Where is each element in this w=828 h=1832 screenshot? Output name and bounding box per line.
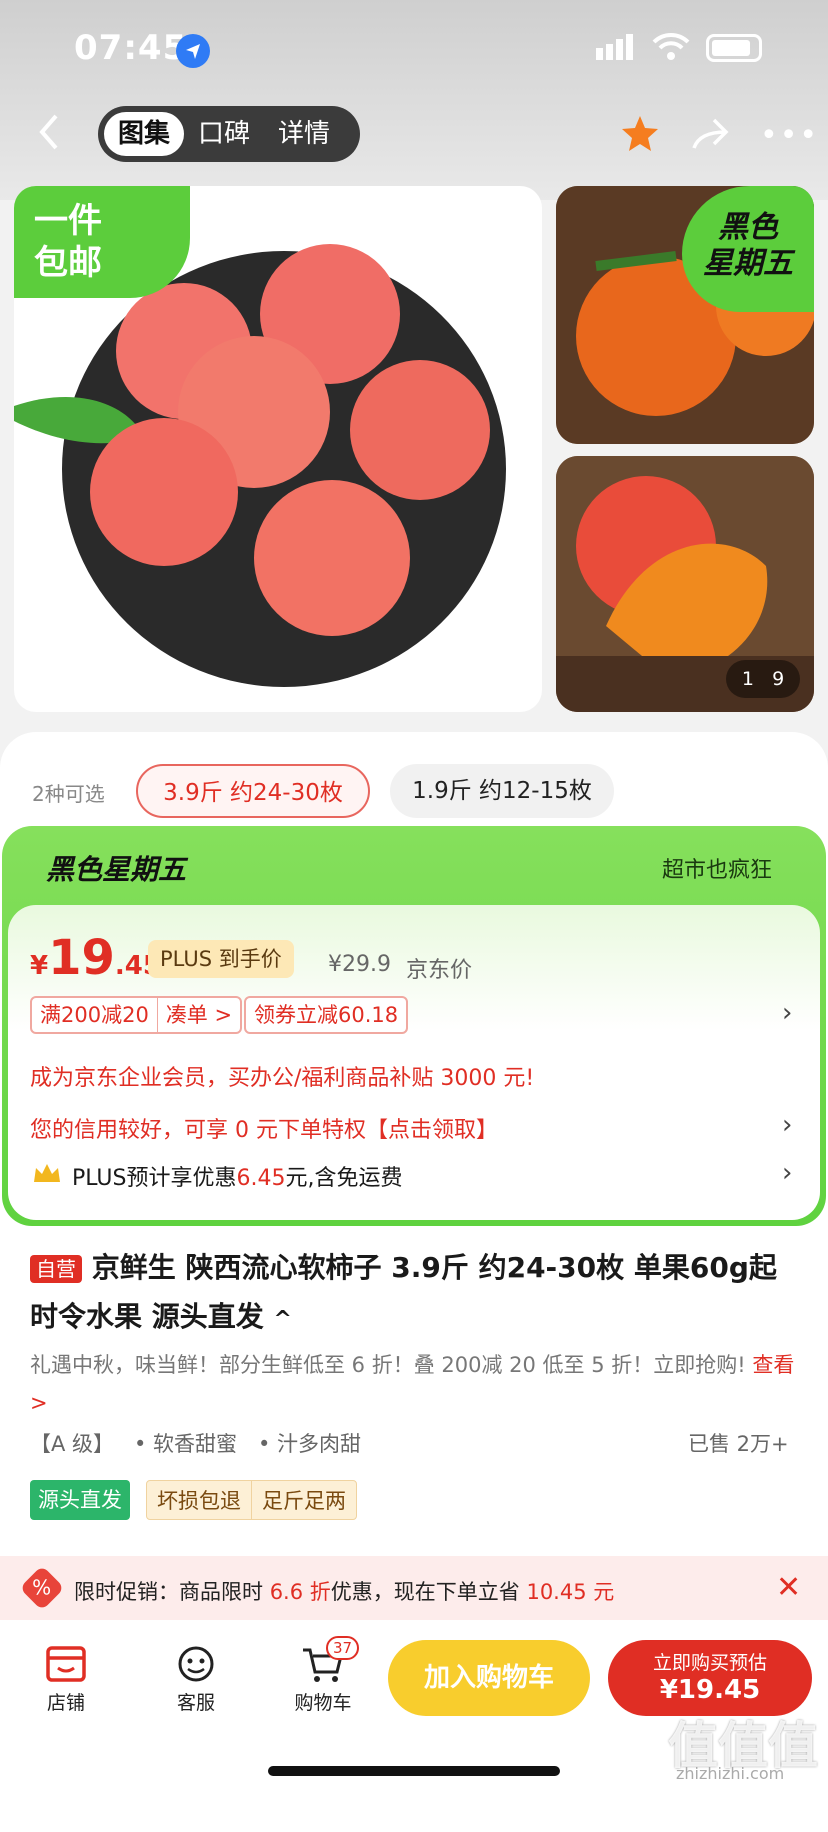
- plus-price-label: PLUS 到手价: [148, 940, 294, 978]
- home-indicator: [268, 1766, 560, 1776]
- credit-chevron-icon[interactable]: ›: [782, 1110, 792, 1140]
- product-feature-1: • 软香甜蜜: [134, 1432, 238, 1456]
- service-tags: 坏损包退 足斤足两: [146, 1480, 357, 1520]
- close-promo-icon[interactable]: ✕: [776, 1570, 801, 1605]
- plus-saving-suffix: 元,含免运费: [285, 1166, 403, 1191]
- favorite-star-icon[interactable]: [620, 114, 660, 158]
- promo-slogan: 超市也疯狂: [662, 858, 773, 883]
- price-symbol: ¥: [30, 951, 49, 981]
- crown-icon: [32, 1162, 62, 1188]
- product-subtitle: 礼遇中秋，味当鲜！部分生鲜低至 6 折！叠 200减 20 低至 5 折！立即抢…: [30, 1353, 746, 1377]
- shop-label: 店铺: [46, 1692, 85, 1714]
- sold-count: 已售 2万+: [688, 1432, 789, 1456]
- limited-mid: 优惠，现在下单立省: [330, 1580, 527, 1604]
- service-tag-refund: 坏损包退: [157, 1489, 241, 1513]
- plus-saving-prefix: PLUS预计享优惠: [72, 1166, 237, 1191]
- plus-chevron-icon[interactable]: ›: [782, 1158, 792, 1188]
- product-feature-2: • 汁多肉甜: [258, 1432, 362, 1456]
- limited-save: 10.45 元: [526, 1580, 615, 1604]
- location-icon: [176, 34, 210, 68]
- black-friday-badge: 黑色 星期五: [682, 186, 814, 312]
- signal-icon: [596, 34, 636, 64]
- product-title-block: 自营 京鲜生 陕西流心软柿子 3.9斤 约24-30枚 单果60g起 时令水果 …: [30, 1244, 800, 1344]
- plus-saving-amount: 6.45: [236, 1166, 286, 1191]
- enterprise-offer[interactable]: 成为京东企业会员，买办公/福利商品补贴 3000 元!: [30, 1060, 534, 1092]
- counter-total: 9: [772, 668, 785, 690]
- status-time: 07:45: [74, 28, 188, 68]
- coupon-chevron-icon[interactable]: ›: [782, 998, 792, 1028]
- self-operated-tag: 自营: [30, 1255, 82, 1283]
- cart-count-badge: 37: [326, 1636, 360, 1660]
- original-price-label: 京东价: [406, 958, 473, 983]
- coupon-tag1-link[interactable]: 凑单 >: [156, 998, 232, 1032]
- product-title: 京鲜生 陕西流心软柿子 3.9斤 约24-30枚 单果60g起 时令水果 源头直…: [30, 1251, 777, 1333]
- watermark-en: zhizhizhi.com: [676, 1764, 785, 1783]
- tab-reviews[interactable]: 口碑: [184, 112, 264, 156]
- coupon-instant-discount[interactable]: 领券立减60.18: [244, 996, 409, 1034]
- back-icon[interactable]: [34, 110, 64, 165]
- spec-count-label: 2种可选: [32, 782, 105, 806]
- badge-line2: 包邮: [34, 243, 102, 283]
- product-grade: 【A 级】: [30, 1432, 115, 1456]
- badge-line1: 一件: [34, 201, 102, 241]
- badge-side-line2: 星期五: [703, 246, 793, 281]
- image-counter: 1 9: [726, 660, 800, 698]
- original-price: ¥29.9: [328, 952, 391, 977]
- spec-option[interactable]: 1.9斤 约12-15枚: [390, 764, 614, 818]
- plus-price: ¥ 19 .45: [30, 930, 161, 986]
- shop-button[interactable]: 店铺: [40, 1644, 92, 1715]
- plus-saving[interactable]: PLUS预计享优惠6.45元,含免运费: [72, 1160, 402, 1192]
- tab-gallery[interactable]: 图集: [104, 112, 185, 156]
- tab-details[interactable]: 详情: [264, 112, 344, 156]
- credit-offer[interactable]: 您的信用较好，可享 0 元下单特权【点击领取】: [30, 1112, 498, 1144]
- more-icon[interactable]: •••: [760, 118, 819, 153]
- promo-logo: 黑色星期五: [46, 853, 187, 886]
- source-direct-tag: 源头直发: [30, 1480, 130, 1520]
- customer-service-button[interactable]: 客服: [170, 1644, 222, 1715]
- buy-now-button[interactable]: 立即购买预估 ¥19.45: [608, 1640, 812, 1716]
- add-to-cart-button[interactable]: 加入购物车: [388, 1640, 590, 1716]
- share-icon[interactable]: [690, 116, 730, 156]
- cart-label: 购物车: [294, 1692, 352, 1714]
- free-shipping-badge: 一件 包邮: [14, 186, 190, 298]
- shop-icon: [46, 1646, 86, 1682]
- limited-discount: 6.6 折: [269, 1580, 331, 1604]
- coupon-tag1-text: 满200减20: [40, 1003, 149, 1027]
- buy-now-price: ¥19.45: [659, 1675, 761, 1705]
- buy-now-label: 立即购买预估: [652, 1652, 767, 1674]
- product-subtitle-block: 礼遇中秋，味当鲜！部分生鲜低至 6 折！叠 200减 20 低至 5 折！立即抢…: [30, 1346, 800, 1422]
- view-tabs: 图集 口碑 详情: [98, 106, 360, 162]
- limited-prefix: 限时促销：商品限时: [74, 1580, 270, 1604]
- wifi-icon: [652, 32, 690, 64]
- battery-icon: [706, 34, 762, 62]
- price-integer: 19: [48, 930, 115, 986]
- service-tag-weight: 足斤足两: [251, 1481, 356, 1519]
- badge-side-line1: 黑色: [718, 210, 778, 245]
- counter-current: 1: [741, 668, 754, 690]
- coupon-full-reduction[interactable]: 满200减20 凑单 >: [30, 996, 243, 1034]
- limited-promo-text: 限时促销：商品限时 6.6 折优惠，现在下单立省 10.45 元: [74, 1576, 614, 1606]
- service-icon: [178, 1646, 214, 1682]
- expand-title-icon[interactable]: ^: [274, 1307, 292, 1332]
- spec-option-selected[interactable]: 3.9斤 约24-30枚: [136, 764, 370, 818]
- service-label: 客服: [176, 1692, 215, 1714]
